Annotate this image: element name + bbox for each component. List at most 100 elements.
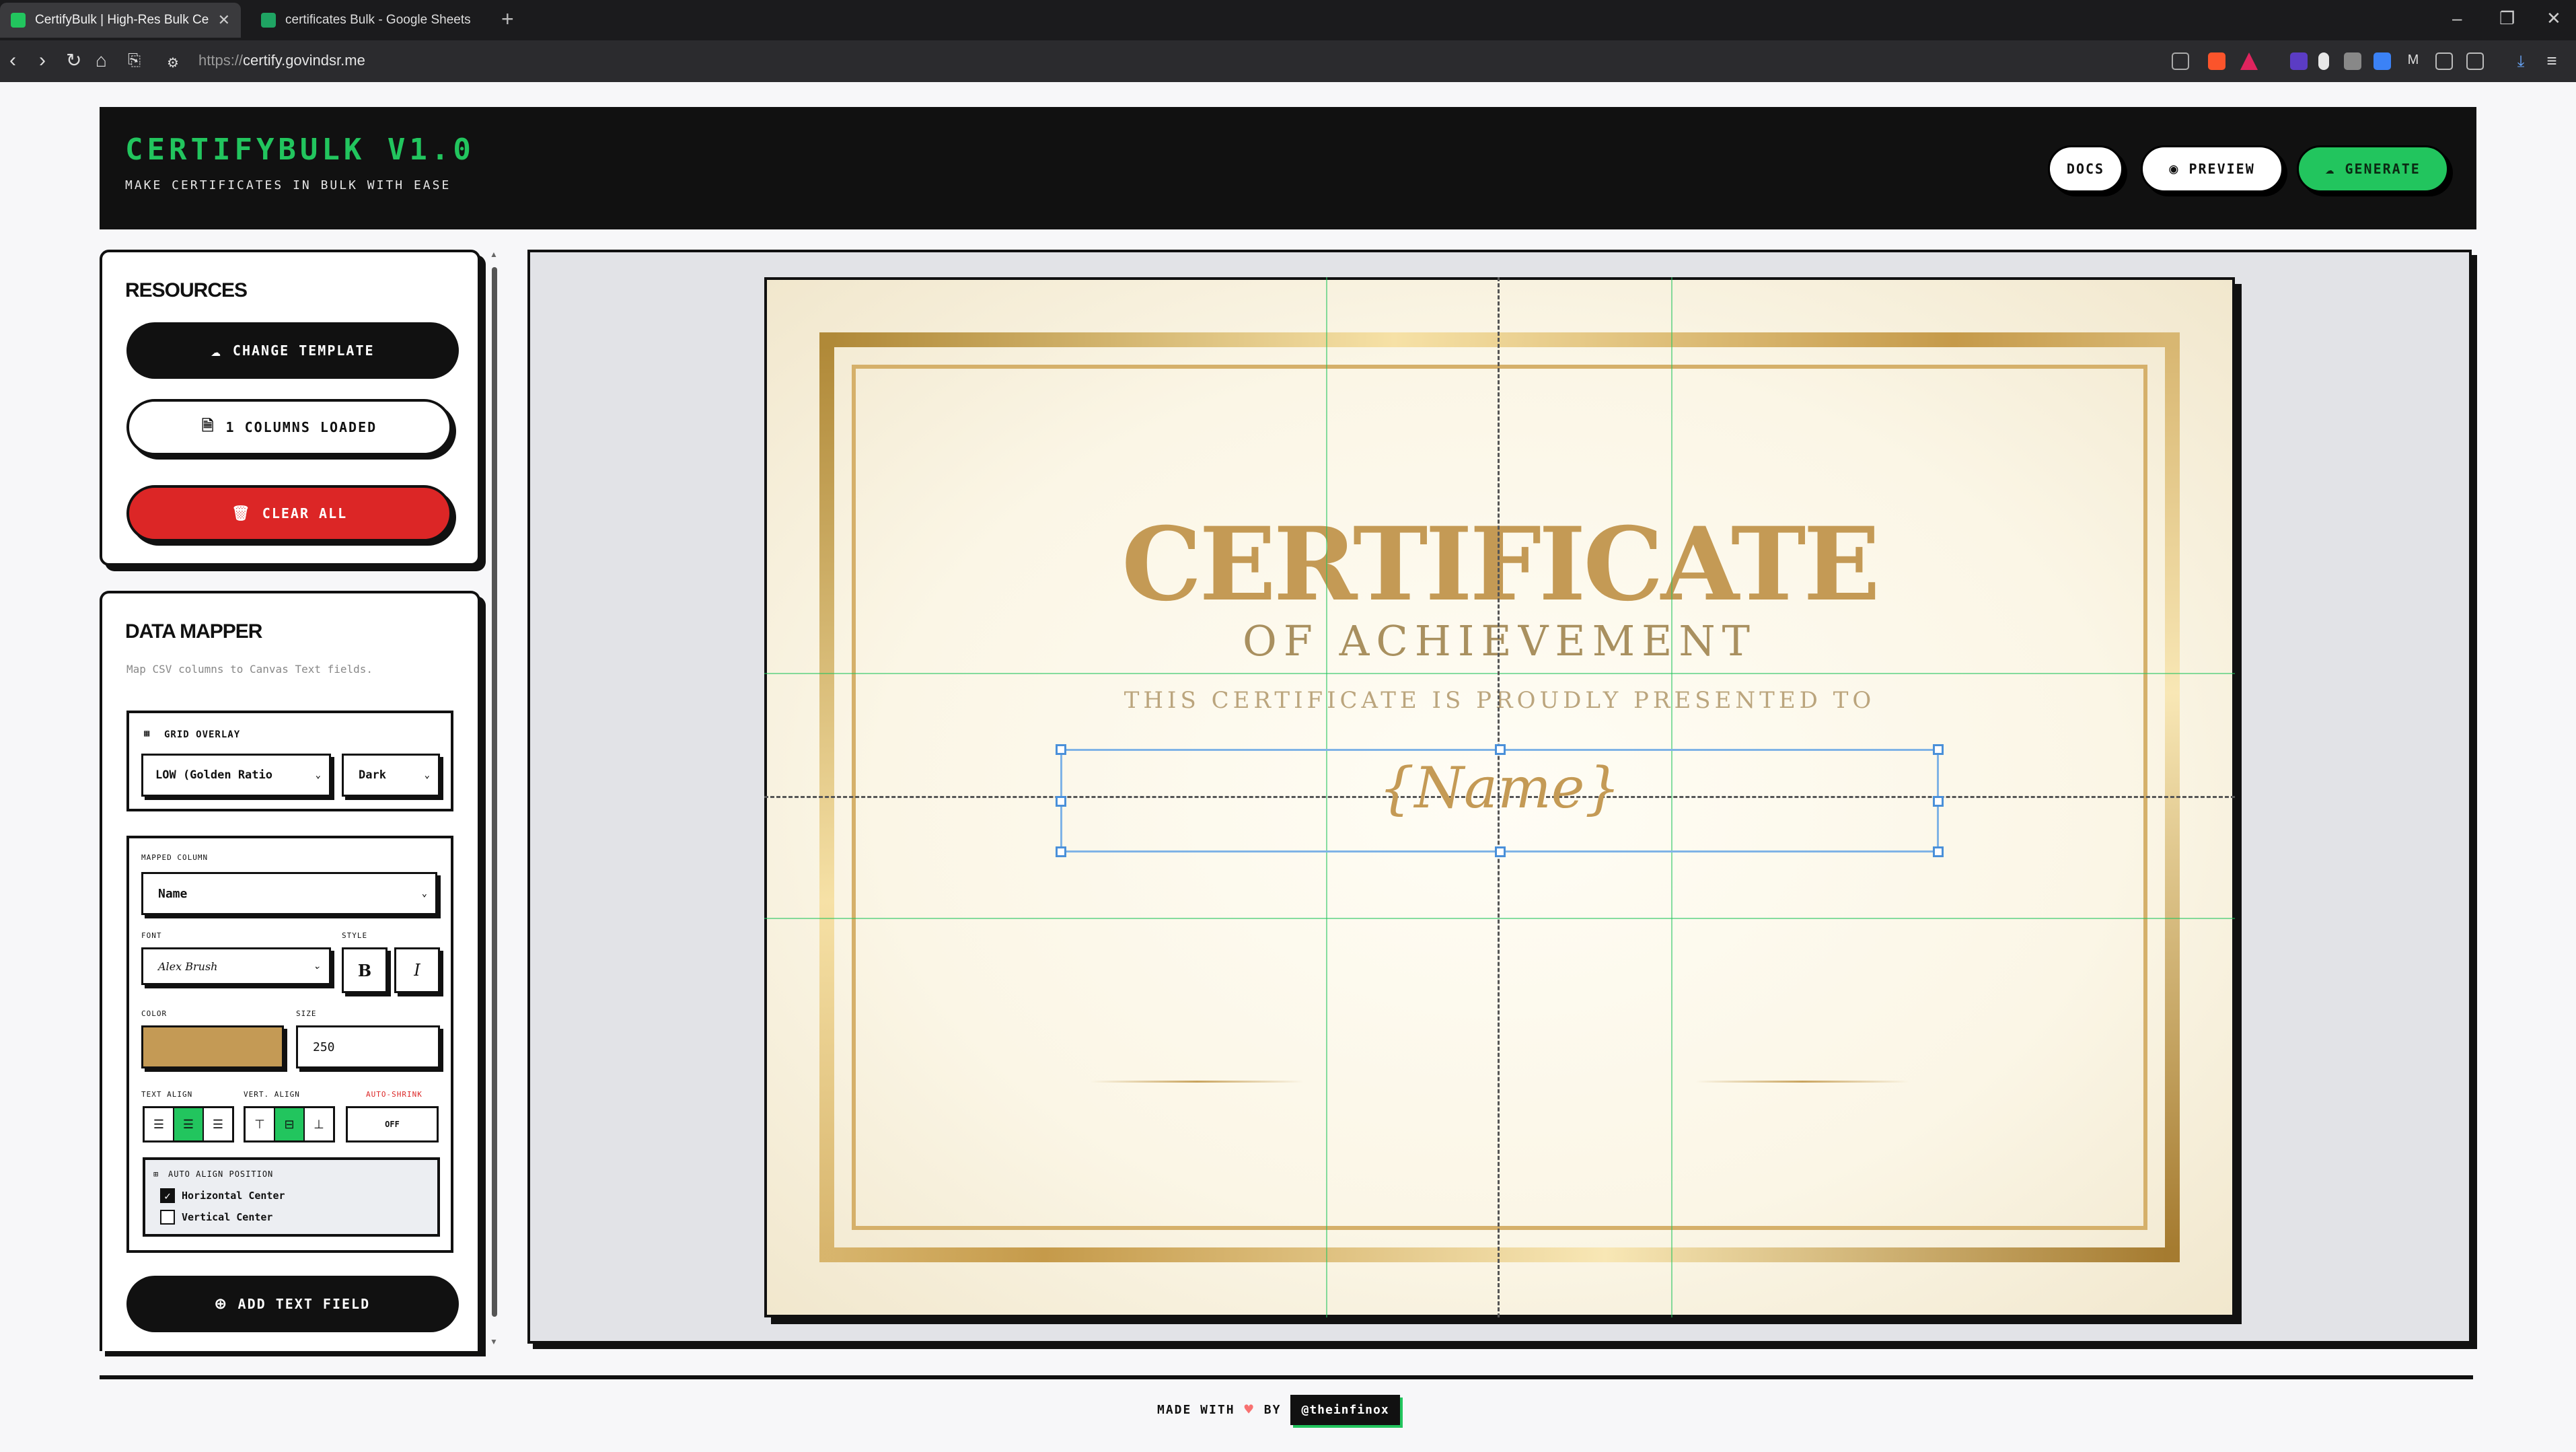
chevron-down-icon: ⌄ <box>424 770 430 781</box>
text-align-group: ☰ ☰ ☰ <box>143 1106 234 1142</box>
align-top-icon[interactable]: ⊤ <box>246 1108 275 1140</box>
minimize-icon[interactable]: – <box>2452 8 2462 29</box>
extension-icon[interactable]: M <box>2404 52 2422 70</box>
docs-label: DOCS <box>2066 161 2105 177</box>
resize-handle-bottom[interactable] <box>1495 846 1506 857</box>
grid-mode-select[interactable]: LOW (Golden Ratio ⌄ <box>141 754 331 797</box>
resize-handle-top-right[interactable] <box>1933 744 1944 755</box>
vert-align-label: VERT. ALIGN <box>244 1090 300 1099</box>
restore-icon[interactable]: ❐ <box>2499 8 2515 29</box>
tab-certifybulk[interactable]: CertifyBulk | High-Res Bulk Certifi ✕ <box>0 3 241 38</box>
color-picker[interactable] <box>141 1025 284 1068</box>
align-middle-icon[interactable]: ⊟ <box>275 1108 305 1140</box>
checkbox-checked-icon: ✓ <box>160 1188 175 1203</box>
extension-icon[interactable] <box>2318 52 2329 70</box>
italic-label: I <box>414 961 420 980</box>
sidebar-scrollbar-thumb[interactable] <box>492 267 497 1317</box>
app-subtitle: MAKE CERTIFICATES IN BULK WITH EASE <box>125 178 451 192</box>
size-input[interactable]: 250 <box>296 1025 440 1068</box>
brave-rewards-icon[interactable] <box>2240 52 2258 70</box>
docs-button[interactable]: DOCS <box>2048 145 2123 192</box>
extension-icon[interactable] <box>2290 52 2308 70</box>
name-placeholder-text: {Name} <box>1378 755 1621 821</box>
close-window-icon[interactable]: ✕ <box>2546 8 2561 29</box>
add-text-field-button[interactable]: ⊕ ADD TEXT FIELD <box>126 1276 459 1332</box>
align-center-icon[interactable]: ☰ <box>174 1108 204 1140</box>
grid-theme-value: Dark <box>359 768 386 782</box>
url-field[interactable]: https://certify.govindsr.me <box>198 52 365 69</box>
auto-shrink-toggle[interactable]: OFF <box>346 1106 439 1142</box>
forward-icon[interactable]: › <box>39 50 46 71</box>
reload-icon[interactable]: ↻ <box>66 50 81 71</box>
extension-icon[interactable] <box>2373 52 2391 70</box>
size-value: 250 <box>313 1040 335 1054</box>
add-text-field-label: ADD TEXT FIELD <box>237 1296 371 1312</box>
generate-button[interactable]: ☁ GENERATE <box>2297 145 2449 192</box>
download-icon[interactable]: ⤓ <box>2512 52 2530 71</box>
change-template-label: CHANGE TEMPLATE <box>232 342 375 359</box>
font-label: FONT <box>141 931 162 940</box>
scroll-down-icon[interactable]: ▼ <box>490 1337 498 1346</box>
selected-text-field[interactable]: {Name} <box>1056 744 1944 857</box>
italic-toggle[interactable]: I <box>394 947 440 993</box>
align-position-icon: ⊞ <box>153 1169 159 1179</box>
font-select[interactable]: Alex Brush ⌄ <box>141 947 331 985</box>
sidebar-toggle-icon[interactable] <box>2466 52 2484 70</box>
resize-handle-left[interactable] <box>1056 796 1066 807</box>
chevron-down-icon: ⌄ <box>315 770 321 781</box>
clear-all-button[interactable]: 🗑 CLEAR ALL <box>126 485 452 542</box>
site-settings-icon[interactable]: ⚙ <box>167 52 179 74</box>
horizontal-center-label: Horizontal Center <box>182 1190 285 1202</box>
auto-shrink-value: OFF <box>385 1120 400 1129</box>
cloud-upload-icon: ☁ <box>2325 160 2336 178</box>
resize-handle-top-left[interactable] <box>1056 744 1066 755</box>
tab-google-sheets[interactable]: certificates Bulk - Google Sheets <box>250 3 486 38</box>
mapped-column-value: Name <box>158 886 188 901</box>
resize-handle-top[interactable] <box>1495 744 1506 755</box>
columns-loaded-button[interactable]: 🗎 1 COLUMNS LOADED <box>126 399 452 456</box>
preview-button[interactable]: ◉ PREVIEW <box>2141 145 2283 192</box>
auto-shrink-label: AUTO-SHRINK <box>366 1090 422 1099</box>
resize-handle-right[interactable] <box>1933 796 1944 807</box>
data-mapper-card: DATA MAPPER Map CSV columns to Canvas Te… <box>100 591 480 1351</box>
grid-overlay-label: GRID OVERLAY <box>164 729 241 740</box>
change-template-button[interactable]: ☁ CHANGE TEMPLATE <box>126 322 459 379</box>
certificate-subtitle: OF ACHIEVEMENT <box>1243 616 1757 665</box>
grid-guide-horizontal <box>764 673 2235 674</box>
data-mapper-subtitle: Map CSV columns to Canvas Text fields. <box>126 663 373 676</box>
bold-label: B <box>357 960 372 980</box>
grid-mode-value: LOW (Golden Ratio <box>155 768 272 782</box>
share-icon[interactable] <box>2172 52 2189 70</box>
checkbox-unchecked-icon <box>160 1210 175 1225</box>
align-right-icon[interactable]: ☰ <box>204 1108 232 1140</box>
chevron-down-icon: ⌄ <box>421 888 427 899</box>
brave-shield-icon[interactable] <box>2208 52 2225 70</box>
vertical-center-checkbox[interactable]: Vertical Center <box>160 1210 272 1225</box>
footer-made-with: MADE WITH <box>1157 1402 1235 1417</box>
tab-close-icon[interactable]: ✕ <box>218 11 230 29</box>
font-value: Alex Brush <box>158 959 218 973</box>
scroll-up-icon[interactable]: ▲ <box>490 250 498 259</box>
bold-toggle[interactable]: B <box>342 947 388 993</box>
bookmark-icon[interactable]: ⎘ <box>128 50 141 71</box>
horizontal-center-checkbox[interactable]: ✓ Horizontal Center <box>160 1188 285 1203</box>
align-left-icon[interactable]: ☰ <box>145 1108 174 1140</box>
resize-handle-bottom-right[interactable] <box>1933 846 1944 857</box>
home-icon[interactable]: ⌂ <box>96 50 107 71</box>
grid-theme-select[interactable]: Dark ⌄ <box>342 754 440 797</box>
browser-address-bar: ‹ › ↻ ⌂ ⎘ ⚙ https://certify.govindsr.me … <box>0 40 2576 82</box>
align-bottom-icon[interactable]: ⊥ <box>305 1108 333 1140</box>
extensions-puzzle-icon[interactable] <box>2435 52 2453 70</box>
resize-handle-bottom-left[interactable] <box>1056 846 1066 857</box>
menu-icon[interactable]: ≡ <box>2543 52 2561 70</box>
new-tab-icon[interactable]: + <box>501 7 514 32</box>
back-icon[interactable]: ‹ <box>9 50 16 71</box>
author-handle-link[interactable]: @theinfinox <box>1290 1394 1400 1425</box>
grid-icon: ▦ <box>144 728 151 739</box>
sidebar-scrollbar[interactable]: ▲ ▼ <box>490 250 499 1346</box>
auto-align-label: AUTO ALIGN POSITION <box>168 1169 274 1179</box>
mapped-column-select[interactable]: Name ⌄ <box>141 872 437 915</box>
resources-title: RESOURCES <box>125 279 248 301</box>
signature-line-left <box>1090 1081 1304 1083</box>
extension-icon[interactable] <box>2344 52 2361 70</box>
